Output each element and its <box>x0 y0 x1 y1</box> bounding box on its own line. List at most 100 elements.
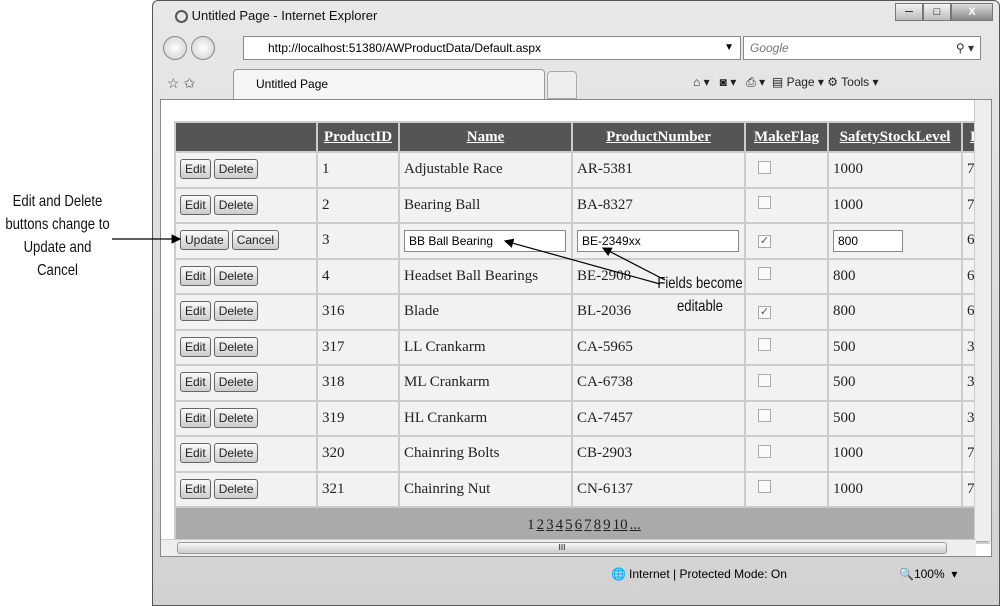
makeflag-checkbox <box>758 444 771 458</box>
edit-button[interactable]: Edit <box>180 336 211 357</box>
delete-button[interactable]: Delete <box>213 478 259 499</box>
delete-button[interactable]: Delete <box>213 159 259 180</box>
column-header[interactable]: Name <box>400 123 571 151</box>
table-row: Edit Delete 320 Chainring Bolts CB-2903 1000 7 <box>176 437 988 471</box>
page-link[interactable]: 7 <box>584 517 592 533</box>
table-row: Edit Delete 317 LL Crankarm CA-5965 500 3 <box>176 330 988 364</box>
product-number-input[interactable]: BE-2349xx <box>577 229 739 252</box>
page-content: ProductID Name ProductNumber MakeFlag Safety… <box>160 99 992 557</box>
product-number: CA-7457 <box>573 401 744 435</box>
back-button[interactable] <box>163 36 187 60</box>
column-header[interactable]: MakeFlag <box>746 123 827 151</box>
actions-cell: Edit Delete <box>176 472 316 506</box>
search-icon[interactable]: ⚲ ▾ <box>956 37 974 59</box>
zoom-value: 100% <box>913 567 945 581</box>
actions-cell: Edit Delete <box>176 153 316 187</box>
print-icon[interactable]: ⎙ ▾ <box>746 75 765 89</box>
delete-button[interactable]: Delete <box>213 407 259 428</box>
tools-label: Tools <box>841 75 870 89</box>
tab-untitled-page[interactable]: Untitled Page <box>233 69 545 99</box>
page-link[interactable]: 9 <box>603 517 611 533</box>
safety-stock-level: 500 <box>829 366 961 400</box>
page-link[interactable]: 2 <box>537 517 545 533</box>
product-name: Chainring Bolts <box>400 437 571 471</box>
edit-button[interactable]: Edit <box>180 407 211 428</box>
edit-button[interactable]: Edit <box>180 478 211 499</box>
table-row: Edit Delete 316 Blade BL-2036 ✓ 800 6 <box>176 295 988 329</box>
page-link[interactable]: 8 <box>594 517 602 533</box>
edit-button[interactable]: Edit <box>180 372 211 393</box>
page-label: Page <box>786 75 815 89</box>
close-button[interactable]: X <box>951 3 993 21</box>
page-link[interactable]: 4 <box>556 517 564 533</box>
minimize-button[interactable]: ─ <box>895 3 923 21</box>
safety-stock-level: 800 <box>829 259 961 293</box>
product-id: 321 <box>318 472 398 506</box>
actions-cell: Edit Delete <box>176 401 316 435</box>
tools-menu[interactable]: ⚙ Tools ▾ <box>827 75 878 89</box>
actions-cell: Edit Delete <box>176 330 316 364</box>
product-id: 1 <box>318 153 398 187</box>
address-bar[interactable]: http://localhost:51380/AWProductData/Def… <box>243 36 741 60</box>
page-link[interactable]: 3 <box>546 517 554 533</box>
makeflag-checkbox <box>758 409 771 423</box>
feeds-icon[interactable]: ◙ ▾ <box>720 75 737 89</box>
delete-button[interactable]: Delete <box>213 194 259 215</box>
maximize-button[interactable]: □ <box>923 3 951 21</box>
delete-button[interactable]: Delete <box>213 301 259 322</box>
search-input[interactable]: Google ⚲ ▾ <box>743 36 981 60</box>
page-link[interactable]: 5 <box>565 517 573 533</box>
forward-button[interactable] <box>191 36 215 60</box>
favorites-star-icon[interactable]: ☆ ✩ <box>167 75 195 92</box>
safety-stock-level: 1000 <box>829 153 961 187</box>
vertical-scrollbar[interactable] <box>974 100 991 541</box>
column-header[interactable]: SafetyStockLevel <box>829 123 961 151</box>
address-dropdown-icon[interactable]: ▼ <box>724 37 734 59</box>
delete-button[interactable]: Delete <box>213 372 259 393</box>
name-input[interactable]: BB Ball Bearing <box>404 229 566 252</box>
search-placeholder: Google <box>750 41 789 55</box>
product-name: Chainring Nut <box>400 472 571 506</box>
edit-button[interactable]: Edit <box>180 443 211 464</box>
status-bar: 🌐 Internet | Protected Mode: On 🔍100% ▾ <box>153 559 999 589</box>
safety-stock-input[interactable] <box>833 229 903 252</box>
page-menu[interactable]: ▤ Page ▾ <box>772 75 824 89</box>
horizontal-scrollbar[interactable]: III <box>161 539 976 556</box>
zoom-level[interactable]: 🔍100% ▾ <box>899 567 957 581</box>
scroll-thumb[interactable]: III <box>177 542 947 554</box>
delete-button[interactable]: Delete <box>213 443 259 464</box>
makeflag-checkbox[interactable]: ✓ <box>758 235 771 249</box>
product-id: 316 <box>318 295 398 329</box>
new-tab-button[interactable] <box>547 71 577 99</box>
product-id: 319 <box>318 401 398 435</box>
home-icon[interactable]: ⌂ ▾ <box>693 75 710 89</box>
product-name: Blade <box>400 295 571 329</box>
table-row: Edit Delete 2 Bearing Ball BA-8327 1000 7 <box>176 188 988 222</box>
delete-button[interactable]: Delete <box>213 336 259 357</box>
product-number: CA-6738 <box>573 366 744 400</box>
makeflag-checkbox <box>758 160 771 174</box>
page-link[interactable]: ... <box>630 517 641 533</box>
edit-button[interactable]: Edit <box>180 265 211 286</box>
delete-button[interactable]: Delete <box>213 265 259 286</box>
edit-button[interactable]: Edit <box>180 159 211 180</box>
page-link[interactable]: 6 <box>575 517 583 533</box>
safety-stock-level: 1000 <box>829 437 961 471</box>
product-number: CN-6137 <box>573 472 744 506</box>
update-button[interactable]: Update <box>180 230 229 251</box>
pager: 1 2 3 4 5 6 7 8 9 10... <box>176 508 988 542</box>
edit-button[interactable]: Edit <box>180 301 211 322</box>
product-id: 317 <box>318 330 398 364</box>
safety-stock-level: 500 <box>829 330 961 364</box>
cancel-button[interactable]: Cancel <box>231 230 280 251</box>
makeflag-checkbox <box>758 196 771 210</box>
page-link[interactable]: 10 <box>613 517 628 533</box>
edit-button[interactable]: Edit <box>180 194 211 215</box>
products-gridview: ProductID Name ProductNumber MakeFlag Safety… <box>174 121 990 544</box>
makeflag-checkbox <box>758 267 771 281</box>
column-header[interactable]: ProductNumber <box>573 123 744 151</box>
actions-cell: Edit Delete <box>176 188 316 222</box>
url-text: http://localhost:51380/AWProductData/Def… <box>268 41 542 55</box>
column-header[interactable]: ProductID <box>318 123 398 151</box>
table-row: Edit Delete 321 Chainring Nut CN-6137 1000 7 <box>176 472 988 506</box>
